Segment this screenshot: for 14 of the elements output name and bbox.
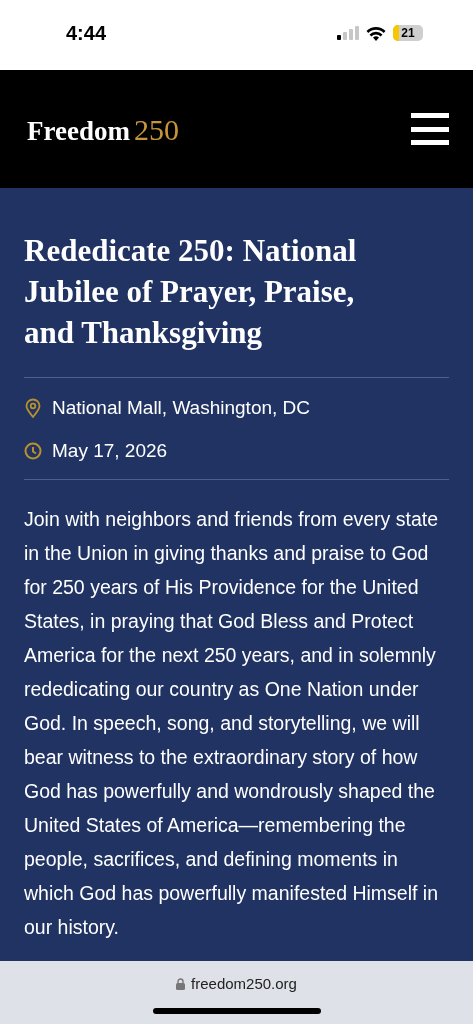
lock-icon — [176, 978, 186, 991]
event-date: May 17, 2026 — [52, 438, 168, 463]
status-time: 4:44 — [65, 21, 107, 46]
location-pin-icon — [25, 398, 41, 419]
description-paragraph: Join with neighbors and friends from every state in the Union in giving thanks and praise to God for 250 years of His Providence for the United States, in praying that God Bless and Protect America for the next 250 years, and in solemnly rededicating our country as One Nation under God. In speech, song, and storytelling, we will bear witness to the extraordinary story of how God has powerfully and wondrously shaped the United States of America—remembering the people, sacrifices, and defining moments in which God has powerfully manifested Himself in our history. — [24, 507, 440, 940]
menu-button[interactable] — [411, 113, 449, 145]
event-location: National Mall, Washington, DC — [52, 396, 310, 420]
wifi-icon — [366, 25, 386, 41]
event-title: Rededicate 250: National Jubilee of Prayer, Praise, and Thanksgiving — [24, 232, 358, 352]
signal-icon — [337, 26, 359, 40]
address-url[interactable]: freedom250.org — [191, 973, 297, 996]
clock-icon — [24, 441, 42, 460]
site-logo[interactable]: Freedom250 — [27, 106, 179, 152]
battery-indicator: 21 — [393, 25, 423, 41]
